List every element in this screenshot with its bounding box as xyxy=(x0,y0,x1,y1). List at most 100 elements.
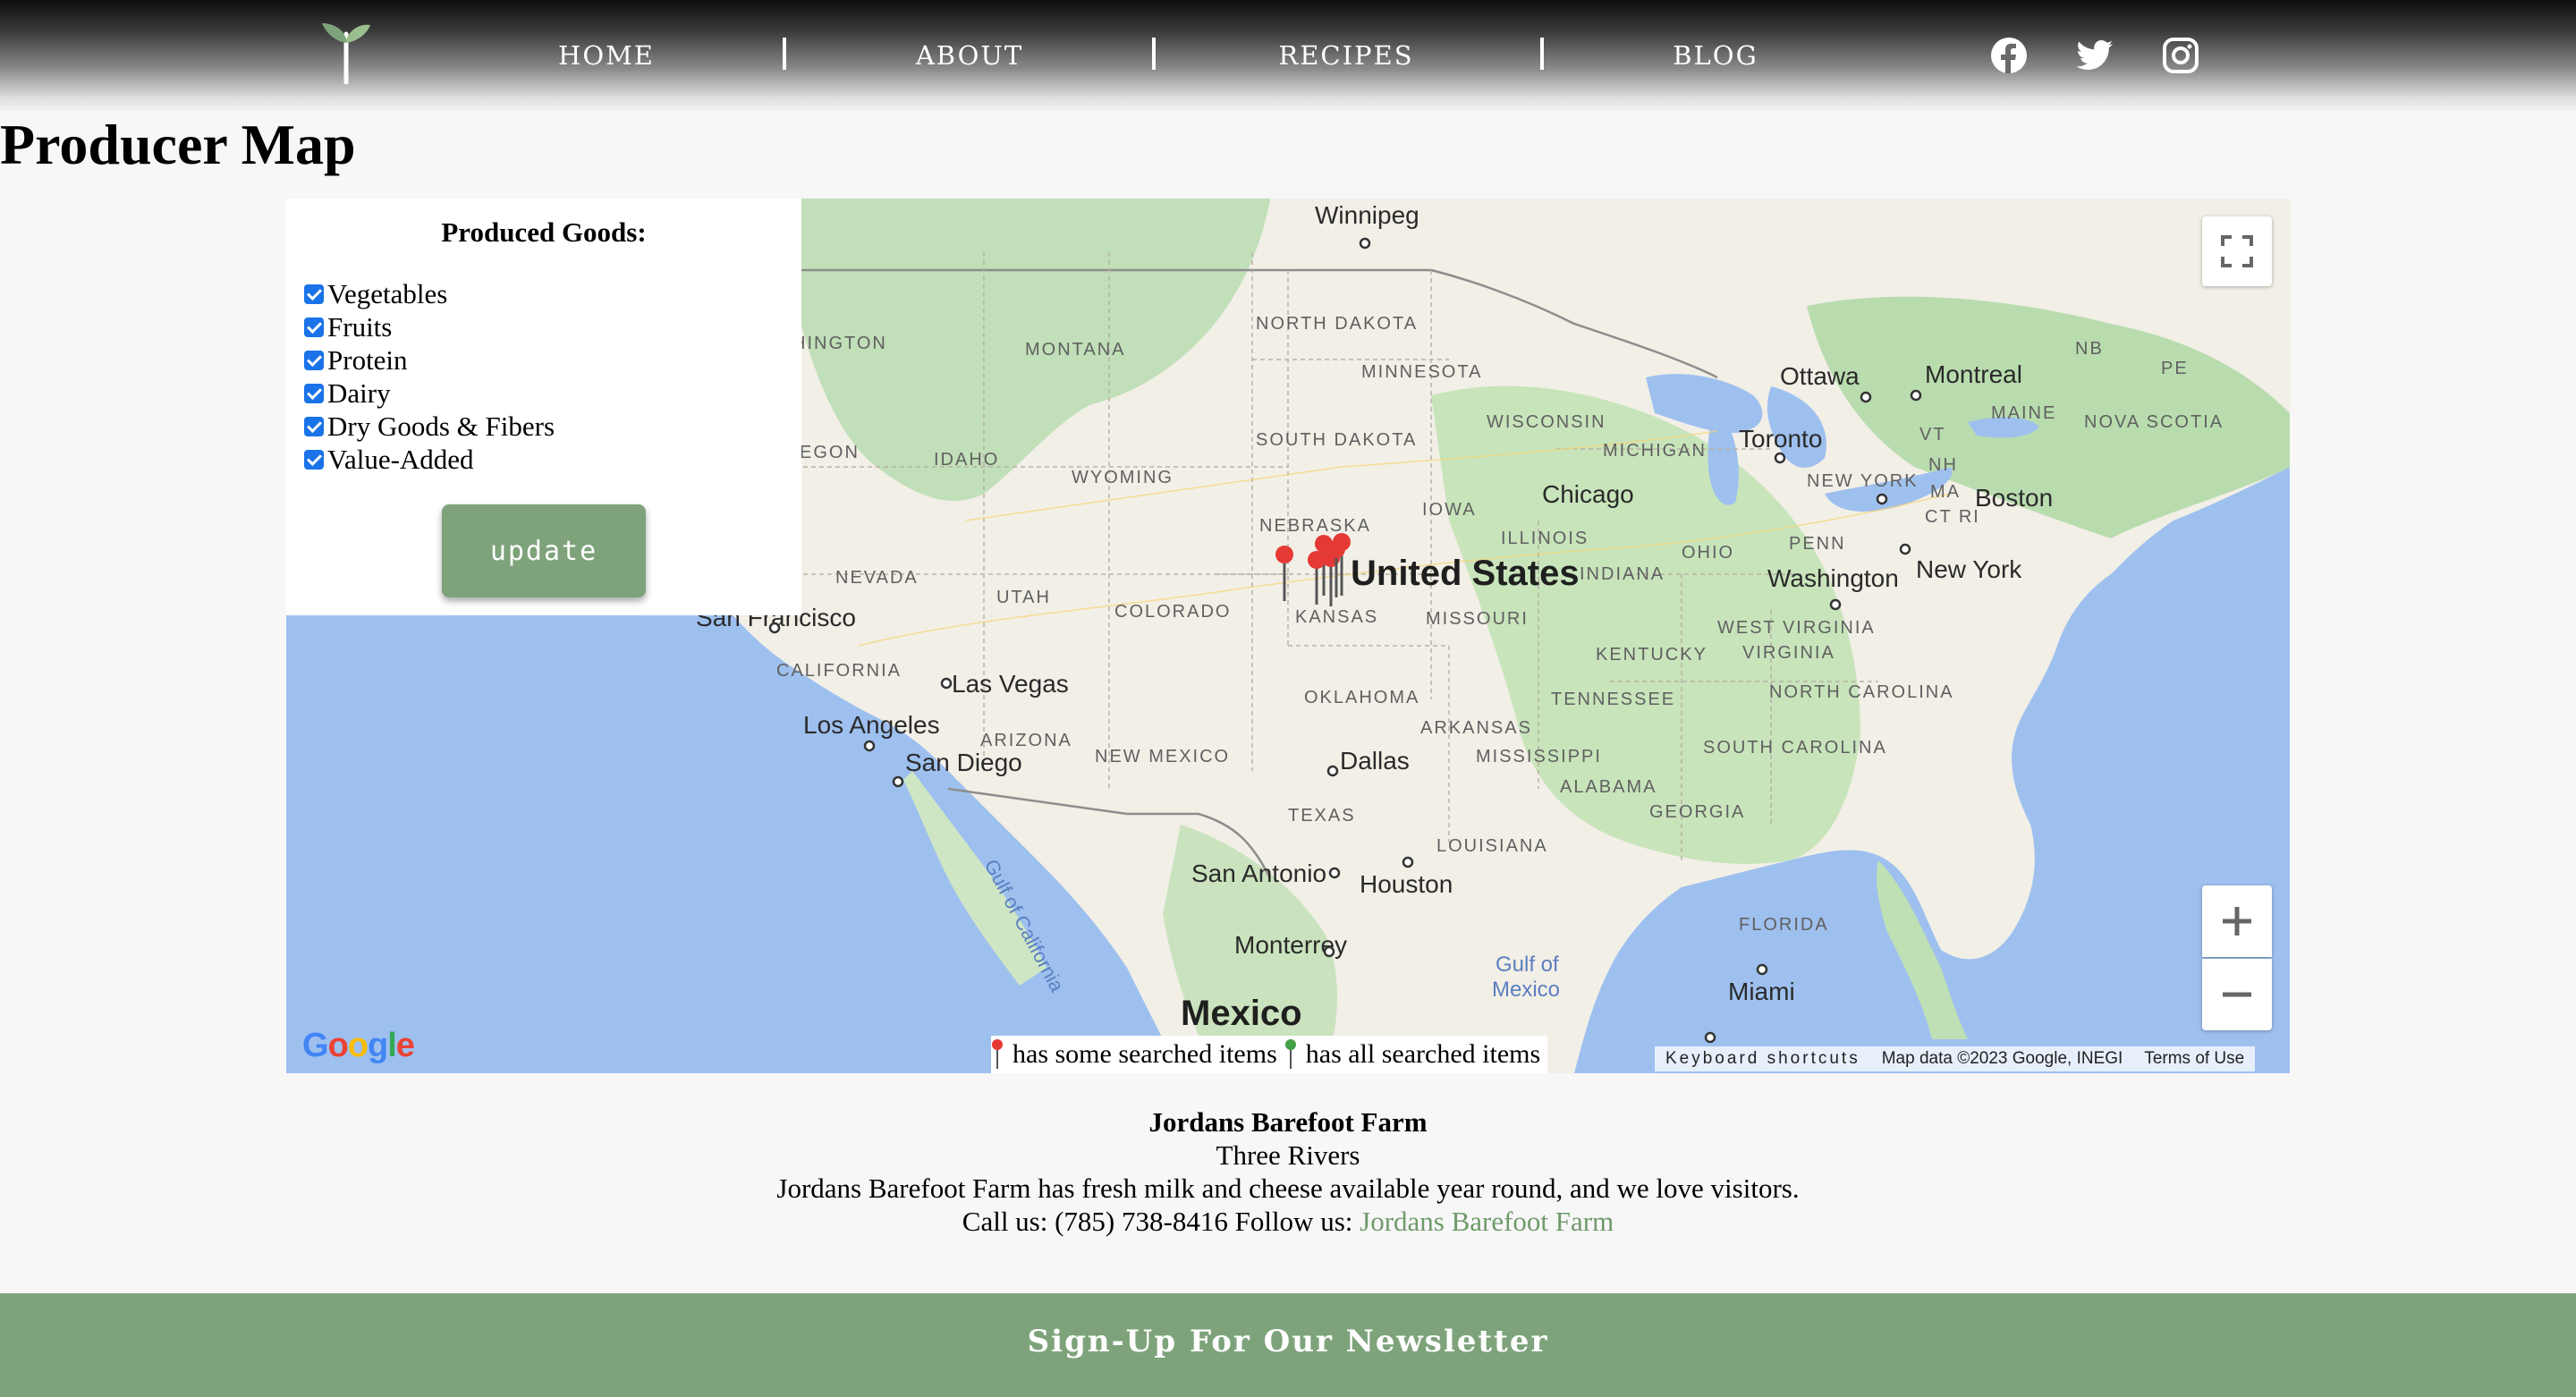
state-label: NEBRASKA xyxy=(1259,516,1371,536)
state-label: NEVADA xyxy=(835,568,919,588)
state-label: TENNESSEE xyxy=(1551,690,1675,709)
state-label: MONTANA xyxy=(1025,340,1126,360)
filter-option-vegetables[interactable]: Vegetables xyxy=(304,277,555,310)
farm-phone[interactable]: (785) 738-8416 xyxy=(1055,1206,1228,1237)
filter-option-value-added[interactable]: Value-Added xyxy=(304,443,555,476)
filter-option-protein[interactable]: Protein xyxy=(304,343,555,377)
map-data-text: Map data ©2023 Google, INEGI xyxy=(1881,1049,2123,1068)
farm-follow-link[interactable]: Jordans Barefoot Farm xyxy=(1360,1206,1614,1237)
state-label: PE xyxy=(2161,359,2189,378)
state-label: GEORGIA xyxy=(1649,802,1745,822)
plus-icon xyxy=(2223,907,2251,936)
nav-home-link[interactable]: HOME xyxy=(535,38,678,73)
state-label: NB xyxy=(2075,339,2104,359)
fullscreen-icon xyxy=(2221,235,2253,267)
newsletter-banner: Sign-Up For Our Newsletter xyxy=(0,1293,2576,1397)
fullscreen-button[interactable] xyxy=(2202,216,2272,286)
state-label: OHIO xyxy=(1682,543,1734,563)
city-label: Houston xyxy=(1360,870,1453,898)
state-label: VIRGINIA xyxy=(1742,643,1835,663)
state-label: NEW MEXICO xyxy=(1095,747,1230,766)
filter-option-dairy[interactable]: Dairy xyxy=(304,377,555,410)
country-label-us: United States xyxy=(1351,554,1580,593)
city-label: Dallas xyxy=(1340,747,1410,775)
nav-divider xyxy=(1152,38,1156,70)
state-label: MINNESOTA xyxy=(1361,362,1482,382)
state-label: WEST VIRGINIA xyxy=(1717,618,1876,638)
filter-label: Dry Goods & Fibers xyxy=(327,410,555,442)
state-label: NORTH CAROLINA xyxy=(1769,682,1954,702)
filter-label: Vegetables xyxy=(327,277,448,309)
filter-label: Value-Added xyxy=(327,443,474,475)
checkbox[interactable] xyxy=(304,317,324,337)
nav-about-link[interactable]: ABOUT xyxy=(898,38,1041,73)
farm-name: Jordans Barefoot Farm xyxy=(1148,1106,1428,1138)
state-label: MISSISSIPPI xyxy=(1476,747,1602,766)
newsletter-signup-link[interactable]: Sign-Up For Our Newsletter xyxy=(0,1324,2576,1359)
checkbox[interactable] xyxy=(304,416,324,436)
page-title: Producer Map xyxy=(0,113,356,176)
checkbox[interactable] xyxy=(304,383,324,403)
farm-location: Three Rivers xyxy=(1216,1139,1360,1171)
state-label: ARIZONA xyxy=(980,731,1072,750)
state-label: TEXAS xyxy=(1288,806,1356,826)
checkbox[interactable] xyxy=(304,284,324,304)
sprout-fork-logo-icon[interactable] xyxy=(315,16,377,86)
farm-info: Jordans Barefoot Farm Three Rivers Jorda… xyxy=(0,1105,2576,1238)
state-label: WISCONSIN xyxy=(1487,412,1606,432)
city-label: San Antonio xyxy=(1191,859,1326,887)
state-label: VT xyxy=(1919,425,1946,444)
state-label: SOUTH CAROLINA xyxy=(1703,738,1887,758)
state-label: NOVA SCOTIA xyxy=(2084,412,2224,432)
call-label: Call us: xyxy=(962,1206,1048,1237)
follow-label: Follow us: xyxy=(1234,1206,1353,1237)
map-legend: has some searched items has all searched… xyxy=(991,1036,1548,1073)
state-label: ALABAMA xyxy=(1560,777,1657,797)
state-label: IDAHO xyxy=(934,450,999,470)
filter-list: Vegetables Fruits Protein Dairy Dry Good… xyxy=(304,277,555,476)
nav-recipes-link[interactable]: RECIPES xyxy=(1270,38,1422,73)
checkbox[interactable] xyxy=(304,350,324,370)
google-logo[interactable]: Google xyxy=(302,1027,415,1065)
legend-all-label: has all searched items xyxy=(1305,1039,1541,1069)
filter-label: Protein xyxy=(327,343,408,376)
filter-option-dry-goods[interactable]: Dry Goods & Fibers xyxy=(304,410,555,443)
legend-all: has all searched items xyxy=(1284,1038,1540,1071)
state-label: ILLINOIS xyxy=(1501,529,1589,548)
state-label: KANSAS xyxy=(1295,607,1378,627)
state-label: NEW YORK xyxy=(1807,471,1919,491)
zoom-in-button[interactable] xyxy=(2202,885,2272,957)
state-label: UTAH xyxy=(996,588,1051,607)
state-label: SOUTH DAKOTA xyxy=(1256,430,1417,450)
city-label: Toronto xyxy=(1739,425,1822,453)
state-label: NORTH DAKOTA xyxy=(1256,314,1418,334)
state-label: HINGTON xyxy=(792,334,887,353)
state-label: INDIANA xyxy=(1580,564,1665,584)
city-label: Washington xyxy=(1767,564,1899,592)
red-pin-icon xyxy=(992,1039,1003,1069)
farm-description: Jordans Barefoot Farm has fresh milk and… xyxy=(776,1173,1800,1204)
keyboard-shortcuts-link[interactable]: Keyboard shortcuts xyxy=(1655,1049,1871,1069)
checkbox[interactable] xyxy=(304,449,324,470)
facebook-icon[interactable] xyxy=(1989,36,2029,75)
instagram-icon[interactable] xyxy=(2161,36,2200,75)
green-pin-icon xyxy=(1284,1039,1296,1069)
terms-link[interactable]: Terms of Use xyxy=(2133,1049,2255,1069)
city-label: Los Angeles xyxy=(803,711,940,739)
state-label: FLORIDA xyxy=(1739,915,1829,935)
map-attribution: Keyboard shortcuts Map data ©2023 Google… xyxy=(1655,1046,2256,1071)
city-label: Winnipeg xyxy=(1315,201,1419,229)
zoom-out-button[interactable] xyxy=(2202,959,2272,1030)
top-nav: HOME ABOUT RECIPES BLOG xyxy=(0,0,2576,111)
legend-some-label: has some searched items xyxy=(1013,1039,1277,1069)
state-label: MA xyxy=(1930,482,1961,502)
update-button[interactable]: update xyxy=(442,504,646,597)
nav-blog-link[interactable]: BLOG xyxy=(1644,38,1787,73)
nav-divider xyxy=(1540,38,1544,70)
filter-option-fruits[interactable]: Fruits xyxy=(304,310,555,343)
city-label: Boston xyxy=(1975,484,2053,512)
state-label: LOUISIANA xyxy=(1436,836,1548,856)
nav-divider xyxy=(783,38,786,70)
filter-label: Dairy xyxy=(327,377,391,409)
twitter-icon[interactable] xyxy=(2075,36,2114,75)
